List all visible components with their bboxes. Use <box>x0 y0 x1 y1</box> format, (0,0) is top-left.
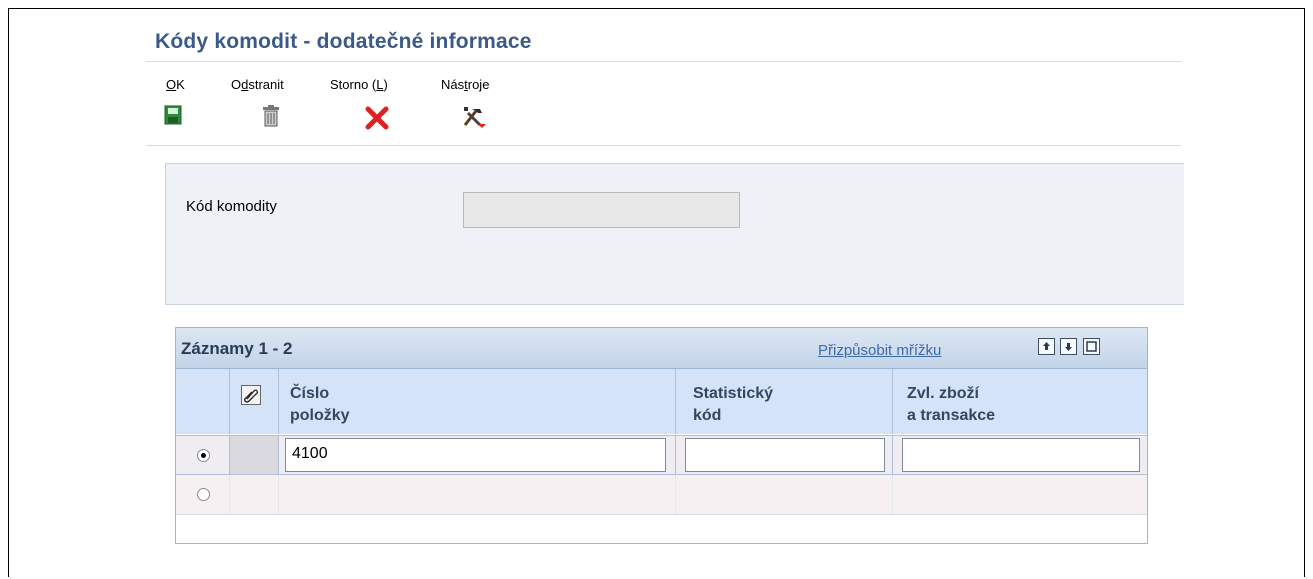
commodity-code-field[interactable] <box>463 192 740 228</box>
statistical-code-input[interactable] <box>685 438 885 472</box>
delete-label: Odstranit <box>231 77 284 92</box>
row-attachment-cell <box>230 436 279 474</box>
row-select-cell <box>176 475 230 514</box>
row-radio[interactable] <box>197 488 210 501</box>
table-row: 4100 <box>176 435 1147 475</box>
item-number-header-line1: Číslo <box>290 385 330 402</box>
statistical-code-header-line1: Statistický <box>693 385 774 402</box>
tools-button[interactable]: Nástroje <box>441 77 489 92</box>
statistical-code-header-line2: kód <box>693 407 722 424</box>
row-radio-selected[interactable] <box>197 449 210 462</box>
ok-label: OK <box>166 77 185 92</box>
import-icon[interactable] <box>1060 338 1077 355</box>
row-select-cell <box>176 436 230 474</box>
attachment-column-header <box>230 369 279 434</box>
export-icon[interactable] <box>1038 338 1055 355</box>
select-column-header <box>176 369 230 434</box>
table-row <box>176 475 1147 515</box>
grid-title: Záznamy 1 - 2 <box>181 339 293 358</box>
row-special-cell <box>893 436 1147 474</box>
title-divider <box>146 61 1181 62</box>
paperclip-icon[interactable] <box>241 385 261 405</box>
row-special-cell[interactable] <box>893 475 1147 514</box>
special-goods-column-header[interactable]: Zvl. zboží a transakce <box>893 369 1147 434</box>
save-disk-icon[interactable] <box>164 105 182 130</box>
grid-header-row: Číslo položky Statistický kód Zvl. zboží… <box>176 369 1147 434</box>
grid-title-bar: Záznamy 1 - 2 Přizpůsobit mřížku <box>176 328 1147 369</box>
statistical-code-column-header[interactable]: Statistický kód <box>676 369 893 434</box>
tools-icon[interactable] <box>462 105 488 134</box>
customize-grid-link[interactable]: Přizpůsobit mřížku <box>818 342 941 359</box>
cancel-label: Storno (L) <box>330 77 388 92</box>
item-number-column-header[interactable]: Číslo položky <box>279 369 676 434</box>
special-goods-header-line1: Zvl. zboží <box>907 385 979 402</box>
item-number-input[interactable]: 4100 <box>285 438 666 472</box>
row-attachment-cell <box>230 475 279 514</box>
row-stat-cell[interactable] <box>676 475 893 514</box>
page-title: Kódy komodit - dodatečné informace <box>155 30 532 53</box>
cancel-button[interactable]: Storno (L) <box>330 77 388 92</box>
trash-icon[interactable] <box>262 105 280 132</box>
header-form-panel <box>165 163 1184 305</box>
special-goods-header-line2: a transakce <box>907 407 996 424</box>
ok-button[interactable]: OK <box>166 77 185 92</box>
special-goods-input[interactable] <box>902 438 1140 472</box>
item-number-header-line2: položky <box>290 407 350 424</box>
toolbar-divider <box>146 145 1181 146</box>
commodity-code-label: Kód komodity <box>186 198 277 215</box>
row-item-cell[interactable] <box>279 475 676 514</box>
row-item-cell: 4100 <box>279 436 676 474</box>
maximize-icon[interactable] <box>1083 338 1100 355</box>
red-x-icon[interactable] <box>365 106 389 135</box>
tools-label: Nástroje <box>441 77 490 92</box>
records-grid: Záznamy 1 - 2 Přizpůsobit mřížku Číslo p… <box>175 327 1148 544</box>
delete-button[interactable]: Odstranit <box>231 77 284 92</box>
row-stat-cell <box>676 436 893 474</box>
